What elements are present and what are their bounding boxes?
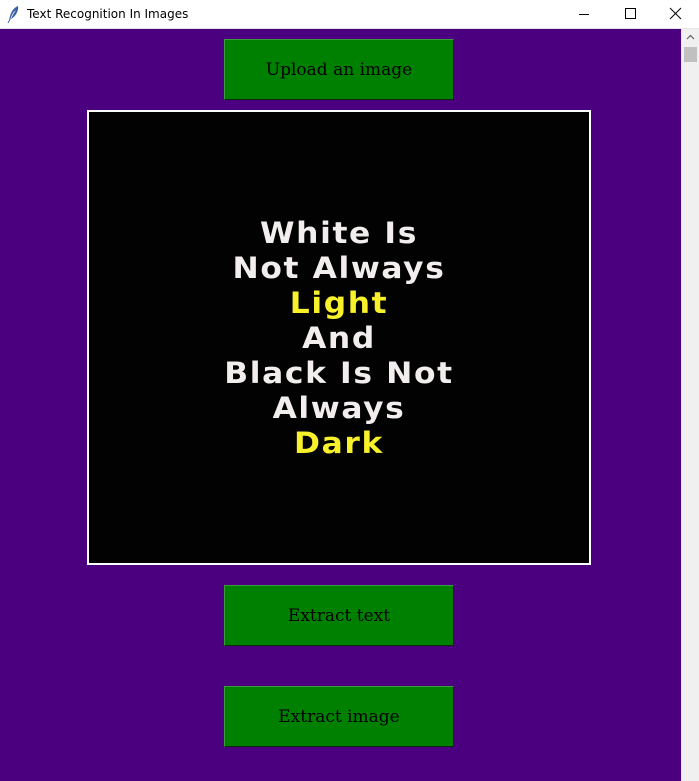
image-text-line: Black Is Not [224,356,454,390]
maximize-button[interactable] [607,0,653,28]
minimize-button[interactable] [561,0,607,28]
upload-image-button[interactable]: Upload an image [224,39,454,100]
title-bar: Text Recognition In Images [0,0,699,29]
image-text-line: And [302,321,376,355]
image-text-line: Always [272,391,406,425]
window-title: Text Recognition In Images [27,7,189,21]
image-text-line: Dark [294,426,384,460]
scrollbar-thumb[interactable] [684,47,697,62]
image-text-line: Not Always [232,251,446,285]
image-text-line: White Is [260,216,418,250]
image-preview: White Is Not Always Light And Black Is N… [89,112,589,563]
app-window: Text Recognition In Images Upload an ima… [0,0,699,781]
feather-icon [7,5,21,24]
scroll-up-icon[interactable] [682,29,699,46]
extract-text-button[interactable]: Extract text [224,585,454,646]
close-button[interactable] [653,0,699,28]
extract-image-button[interactable]: Extract image [224,686,454,747]
image-preview-frame: White Is Not Always Light And Black Is N… [87,110,591,565]
vertical-scrollbar[interactable] [681,29,699,781]
image-text-line: Light [289,286,389,320]
